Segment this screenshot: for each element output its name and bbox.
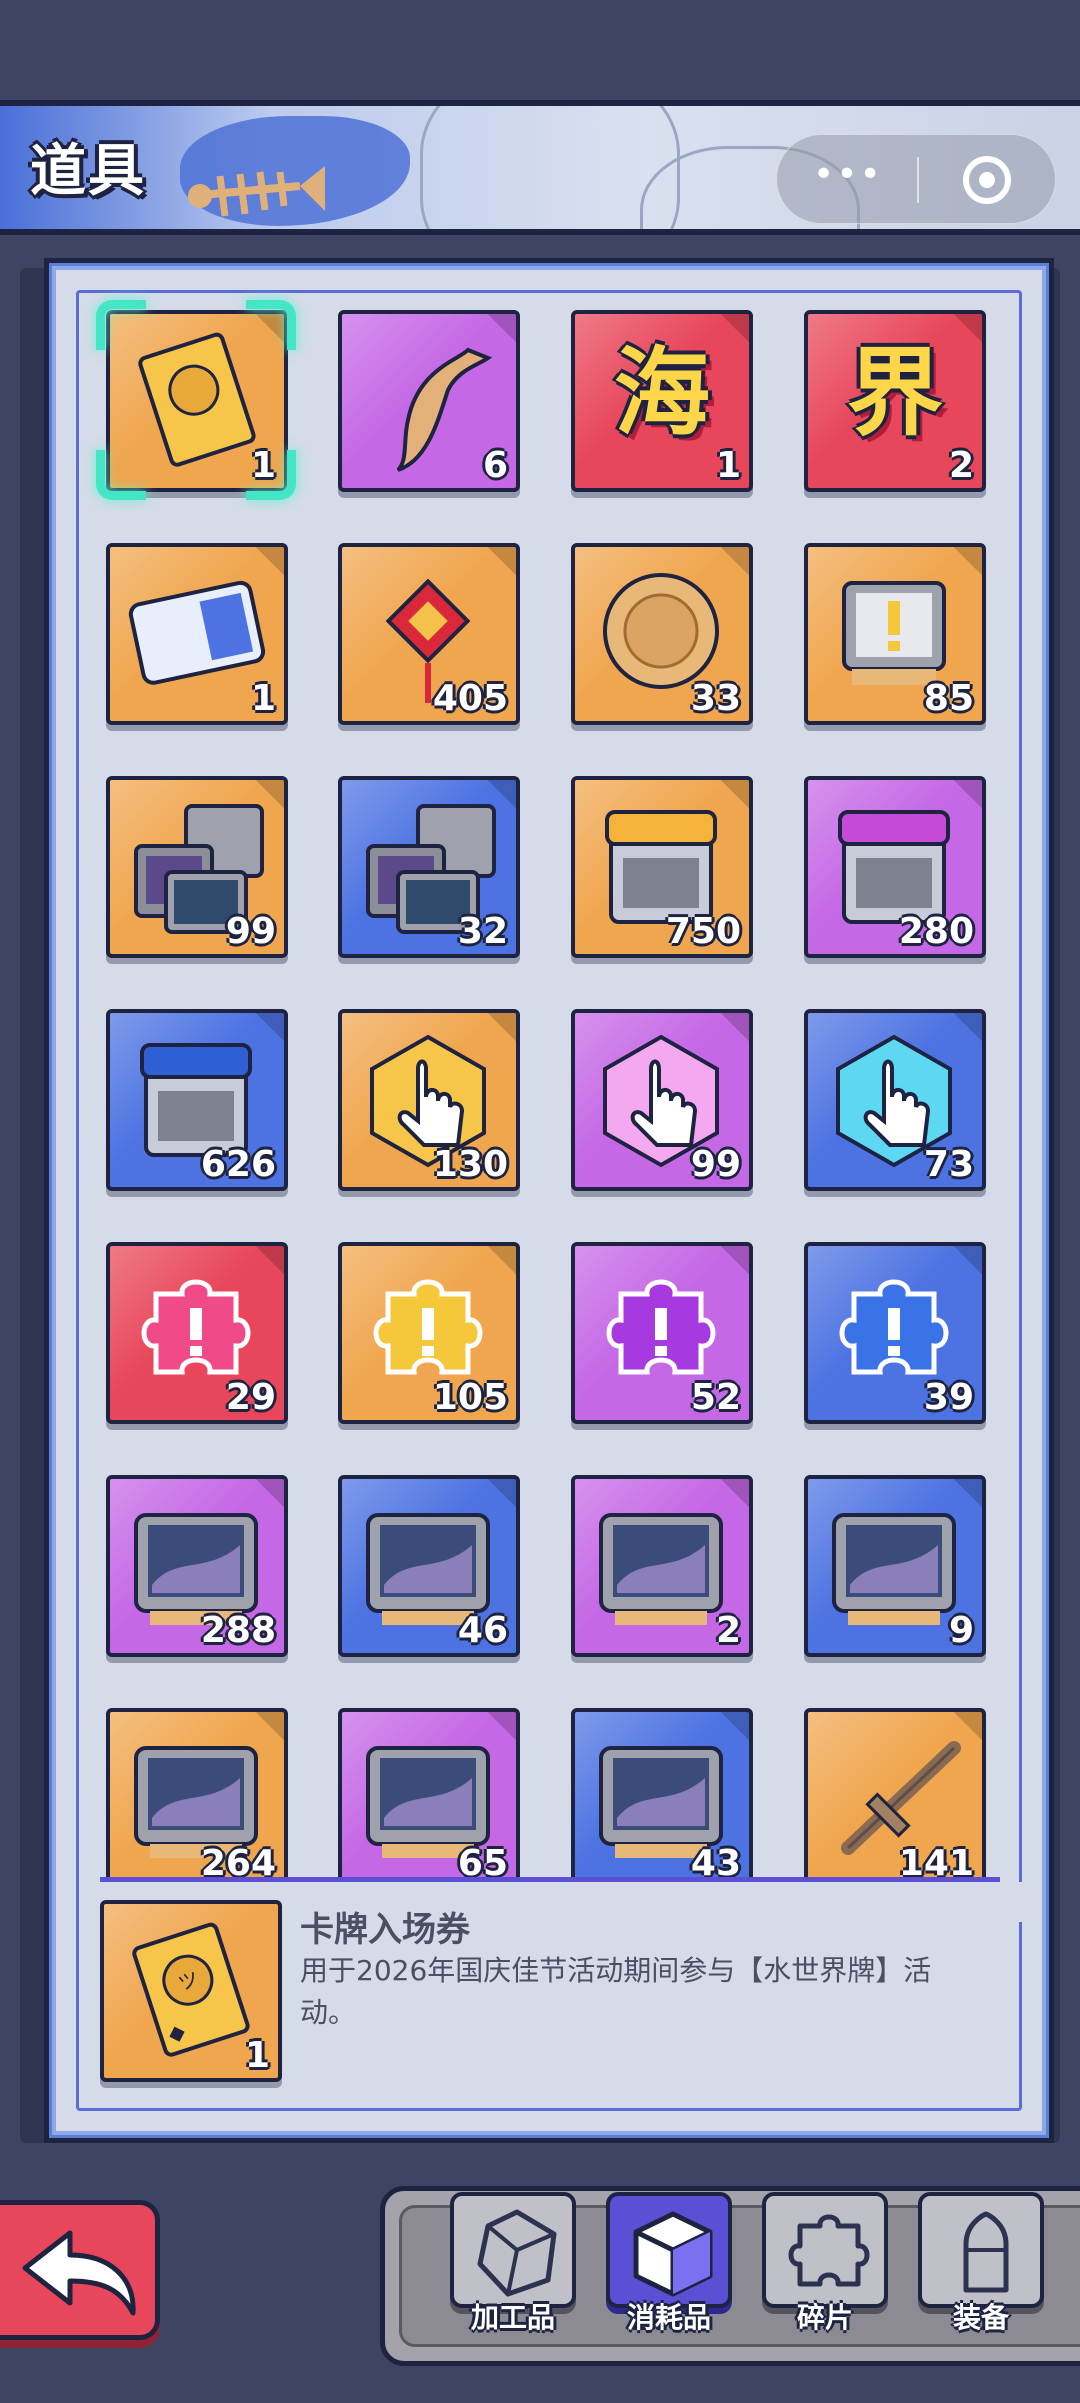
detail-item-description: 用于2026年国庆佳节活动期间参与【水世界牌】活动。 <box>300 1954 932 2029</box>
item-count: 1 <box>250 678 276 719</box>
inventory-item[interactable]: 405 <box>338 543 520 725</box>
back-arrow-icon <box>22 2230 136 2316</box>
inventory-item[interactable]: 141 <box>804 1708 986 1890</box>
tab-label: 加工品 <box>470 2301 555 2334</box>
inventory-item[interactable]: 界2 <box>804 310 986 492</box>
inventory-item[interactable]: 32 <box>338 776 520 958</box>
cube-icon <box>633 2211 713 2297</box>
detail-item-name: 卡牌入场券 <box>300 1910 470 1950</box>
tab-processed-goods[interactable]: 加工品 <box>450 2192 576 2342</box>
tab-label: 装备 <box>952 2301 1009 2334</box>
page-title: 道具 <box>30 139 146 204</box>
item-count: 73 <box>923 1144 974 1185</box>
inventory-item[interactable]: 626 <box>106 1009 288 1191</box>
header-bar: 道具 ••• <box>0 100 1080 235</box>
inventory-item[interactable]: 9 <box>804 1475 986 1657</box>
item-count: 288 <box>200 1610 276 1651</box>
capsule-divider <box>917 157 919 203</box>
inventory-item[interactable]: 73 <box>804 1009 986 1191</box>
item-count: 33 <box>690 678 741 719</box>
inventory-item[interactable]: 85 <box>804 543 986 725</box>
inventory-item[interactable]: 750 <box>571 776 753 958</box>
item-count: 99 <box>225 911 276 952</box>
inventory-item[interactable]: 1 <box>106 310 288 492</box>
inventory-item[interactable]: 6 <box>338 310 520 492</box>
inventory-item[interactable]: 2 <box>571 1475 753 1657</box>
item-count: 46 <box>457 1610 508 1651</box>
inventory-item[interactable]: 39 <box>804 1242 986 1424</box>
inventory-item[interactable]: 288 <box>106 1475 288 1657</box>
detail-item-count: 1 <box>244 2035 270 2076</box>
inventory-item[interactable]: 52 <box>571 1242 753 1424</box>
detail-divider <box>100 1877 1000 1882</box>
inventory-item[interactable]: 65 <box>338 1708 520 1890</box>
tab-fragments[interactable]: 碎片 <box>762 2192 888 2342</box>
item-count: 39 <box>923 1377 974 1418</box>
item-count: 99 <box>690 1144 741 1185</box>
item-count: 6 <box>482 445 508 486</box>
item-count: 280 <box>898 911 974 952</box>
item-count: 2 <box>948 445 974 486</box>
tab-consumables[interactable]: 消耗品 <box>606 2192 732 2342</box>
item-count: 29 <box>225 1377 276 1418</box>
item-count: 85 <box>923 678 974 719</box>
item-count: 52 <box>690 1377 741 1418</box>
crystal-icon <box>477 2209 557 2297</box>
tab-label: 消耗品 <box>626 2301 711 2334</box>
inventory-item[interactable]: 29 <box>106 1242 288 1424</box>
inventory-item[interactable]: 海1 <box>571 310 753 492</box>
item-count: 2 <box>715 1610 741 1651</box>
back-button[interactable] <box>0 2200 160 2340</box>
hai-character-icon: 海 <box>614 337 710 449</box>
inventory-item[interactable]: 33 <box>571 543 753 725</box>
item-count: 626 <box>200 1144 276 1185</box>
inventory-item[interactable]: 264 <box>106 1708 288 1890</box>
item-count: 32 <box>457 911 508 952</box>
item-count: 9 <box>948 1610 974 1651</box>
more-dots-icon[interactable]: ••• <box>813 155 883 195</box>
puzzle-icon <box>788 2214 870 2287</box>
inventory-item[interactable]: 46 <box>338 1475 520 1657</box>
jie-character-icon: 界 <box>847 337 943 449</box>
target-circle-icon[interactable] <box>963 156 1011 204</box>
item-count: 130 <box>432 1144 508 1185</box>
bullet-icon <box>963 2211 1009 2293</box>
item-count: 750 <box>665 911 741 952</box>
item-count: 405 <box>432 678 508 719</box>
inventory-item[interactable]: 130 <box>338 1009 520 1191</box>
inventory-item[interactable]: 105 <box>338 1242 520 1424</box>
inventory-item[interactable]: 43 <box>571 1708 753 1890</box>
mini-program-capsule: ••• <box>776 134 1056 224</box>
inventory-item[interactable]: 280 <box>804 776 986 958</box>
fish-bone-icon <box>188 166 325 217</box>
item-count: 1 <box>250 445 276 486</box>
detail-item-icon: ツ 1 <box>100 1900 282 2082</box>
item-count: 1 <box>715 445 741 486</box>
inventory-item[interactable]: 99 <box>571 1009 753 1191</box>
item-count: 105 <box>432 1377 508 1418</box>
tab-label: 碎片 <box>796 2301 853 2334</box>
tab-equipment[interactable]: 装备 <box>918 2192 1044 2342</box>
inventory-item[interactable]: 99 <box>106 776 288 958</box>
inventory-item[interactable]: 1 <box>106 543 288 725</box>
